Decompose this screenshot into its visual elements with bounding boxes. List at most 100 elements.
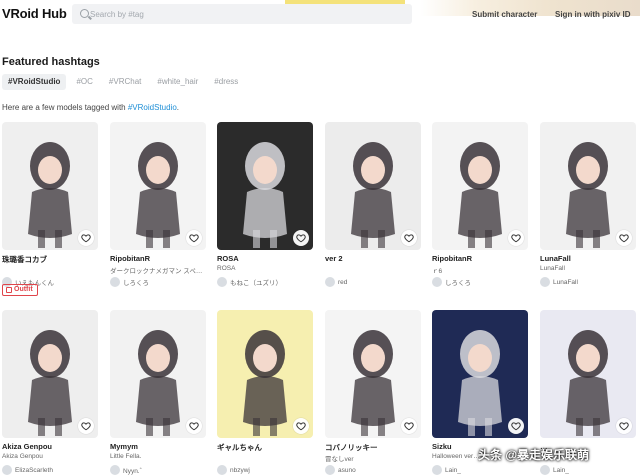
submit-character-link[interactable]: Submit character — [472, 10, 537, 19]
model-card[interactable]: RipobitanR ダークロックナメガマン スペ… しろくろ — [110, 122, 206, 292]
featured-hashtags-title: Featured hashtags — [2, 56, 100, 68]
hashtag-tabs: #VRoidStudio #OC #VRChat #white_hair #dr… — [2, 74, 244, 90]
like-heart-icon[interactable] — [78, 418, 94, 434]
like-heart-icon[interactable] — [293, 418, 309, 434]
model-thumbnail[interactable] — [2, 310, 98, 438]
avatar — [432, 277, 442, 287]
tag-dress[interactable]: #dress — [208, 74, 244, 90]
outfit-label: Outfit — [14, 286, 33, 293]
outfit-icon — [6, 287, 12, 293]
like-heart-icon[interactable] — [616, 230, 632, 246]
tag-vrchat[interactable]: #VRChat — [103, 74, 147, 90]
like-heart-icon[interactable] — [616, 418, 632, 434]
model-title[interactable]: RipobitanR — [432, 254, 528, 263]
model-thumbnail[interactable] — [110, 310, 206, 438]
model-subtitle: LunaFall — [540, 265, 565, 272]
author-link[interactable]: Lain_ — [540, 464, 569, 476]
author-link[interactable]: asuno — [325, 464, 356, 476]
author-link[interactable]: Nyyn.゛ — [110, 464, 146, 476]
avatar — [217, 465, 227, 475]
watermark: 头条 @暴走娱乐联萌 — [478, 448, 590, 462]
model-title[interactable]: RipobitanR — [110, 254, 206, 263]
model-title[interactable]: コバノリッキー — [325, 442, 421, 453]
intro-suffix: . — [176, 103, 179, 112]
author-name: ElizaScarleth — [15, 466, 53, 474]
model-card[interactable]: RipobitanR ｒ6 しろくろ — [432, 122, 528, 292]
search-icon — [80, 9, 89, 18]
model-card[interactable]: 珠璐香コカブ いえもんくん Outfit — [2, 122, 98, 296]
like-heart-icon[interactable] — [508, 418, 524, 434]
author-link[interactable]: ElizaScarleth — [2, 464, 53, 476]
model-title[interactable]: ギャルちゃん — [217, 442, 313, 453]
model-subtitle: ｒ6 — [432, 268, 443, 275]
model-thumbnail[interactable] — [110, 122, 206, 250]
tag-white-hair[interactable]: #white_hair — [151, 74, 204, 90]
author-name: Lain_ — [553, 466, 569, 474]
model-card[interactable]: Akiza Genpou Akiza Genpou ElizaScarleth — [2, 310, 98, 476]
author-link[interactable]: LunaFall — [540, 276, 578, 288]
model-thumbnail[interactable] — [217, 310, 313, 438]
avatar — [540, 465, 550, 475]
intro-text: Here are a few models tagged with #VRoid… — [2, 103, 179, 112]
outfit-badge[interactable]: Outfit — [2, 284, 38, 296]
like-heart-icon[interactable] — [401, 418, 417, 434]
model-thumbnail[interactable] — [325, 122, 421, 250]
like-heart-icon[interactable] — [401, 230, 417, 246]
author-name: Nyyn.゛ — [123, 468, 147, 475]
top-header: VRoid Hub Submit character Sign in with … — [0, 0, 640, 30]
vroid-hub-logo[interactable]: VRoid Hub — [2, 6, 67, 21]
model-subtitle: ROSA — [217, 265, 236, 272]
author-link[interactable]: Lain_ — [432, 464, 461, 476]
like-heart-icon[interactable] — [508, 230, 524, 246]
author-link[interactable]: nbzywj — [217, 464, 250, 476]
like-heart-icon[interactable] — [293, 230, 309, 246]
search-box[interactable] — [72, 4, 412, 24]
model-card[interactable]: Mymym Little Fella. Nyyn.゛ — [110, 310, 206, 476]
author-name: もねこ（ユズリ） — [230, 280, 282, 287]
model-card[interactable]: ver 2 red — [325, 122, 421, 292]
author-link[interactable]: しろくろ — [432, 276, 471, 288]
avatar — [325, 277, 335, 287]
author-name: しろくろ — [123, 280, 149, 287]
avatar — [110, 465, 120, 475]
author-name: red — [338, 278, 348, 286]
model-thumbnail[interactable] — [432, 310, 528, 438]
tag-vroidstudio[interactable]: #VRoidStudio — [2, 74, 67, 90]
author-name: しろくろ — [445, 280, 471, 287]
avatar — [325, 465, 335, 475]
model-card[interactable]: LunaFall LunaFall LunaFall — [540, 122, 636, 292]
model-title[interactable]: 珠璐香コカブ — [2, 254, 98, 265]
model-title[interactable]: Akiza Genpou — [2, 442, 98, 451]
author-link[interactable]: しろくろ — [110, 276, 149, 288]
author-name: Lain_ — [445, 466, 461, 474]
avatar — [217, 277, 227, 287]
author-link[interactable]: もねこ（ユズリ） — [217, 276, 282, 288]
model-card[interactable]: ギャルちゃん nbzywj — [217, 310, 313, 476]
author-link[interactable]: red — [325, 276, 347, 288]
avatar — [432, 465, 442, 475]
model-card[interactable]: ROSA ROSA もねこ（ユズリ） — [217, 122, 313, 292]
model-subtitle: Little Fella. — [110, 453, 142, 460]
sign-in-link[interactable]: Sign in with pixiv ID — [555, 10, 631, 19]
intro-tag-link[interactable]: #VRoidStudio — [128, 103, 177, 112]
model-subtitle: ダークロックナメガマン スペ… — [110, 268, 203, 275]
author-name: LunaFall — [553, 278, 578, 286]
like-heart-icon[interactable] — [186, 230, 202, 246]
model-thumbnail[interactable] — [217, 122, 313, 250]
model-thumbnail[interactable] — [432, 122, 528, 250]
model-thumbnail[interactable] — [2, 122, 98, 250]
model-title[interactable]: ver 2 — [325, 254, 421, 263]
author-name: nbzywj — [230, 466, 250, 474]
model-title[interactable]: LunaFall — [540, 254, 636, 263]
model-title[interactable]: Mymym — [110, 442, 206, 451]
model-card[interactable]: コバノリッキー 冒なしver asuno — [325, 310, 421, 476]
model-subtitle: Akiza Genpou — [2, 453, 43, 460]
model-thumbnail[interactable] — [325, 310, 421, 438]
model-thumbnail[interactable] — [540, 310, 636, 438]
like-heart-icon[interactable] — [186, 418, 202, 434]
like-heart-icon[interactable] — [78, 230, 94, 246]
tag-oc[interactable]: #OC — [70, 74, 98, 90]
model-thumbnail[interactable] — [540, 122, 636, 250]
model-title[interactable]: ROSA — [217, 254, 313, 263]
search-input[interactable] — [90, 6, 400, 22]
